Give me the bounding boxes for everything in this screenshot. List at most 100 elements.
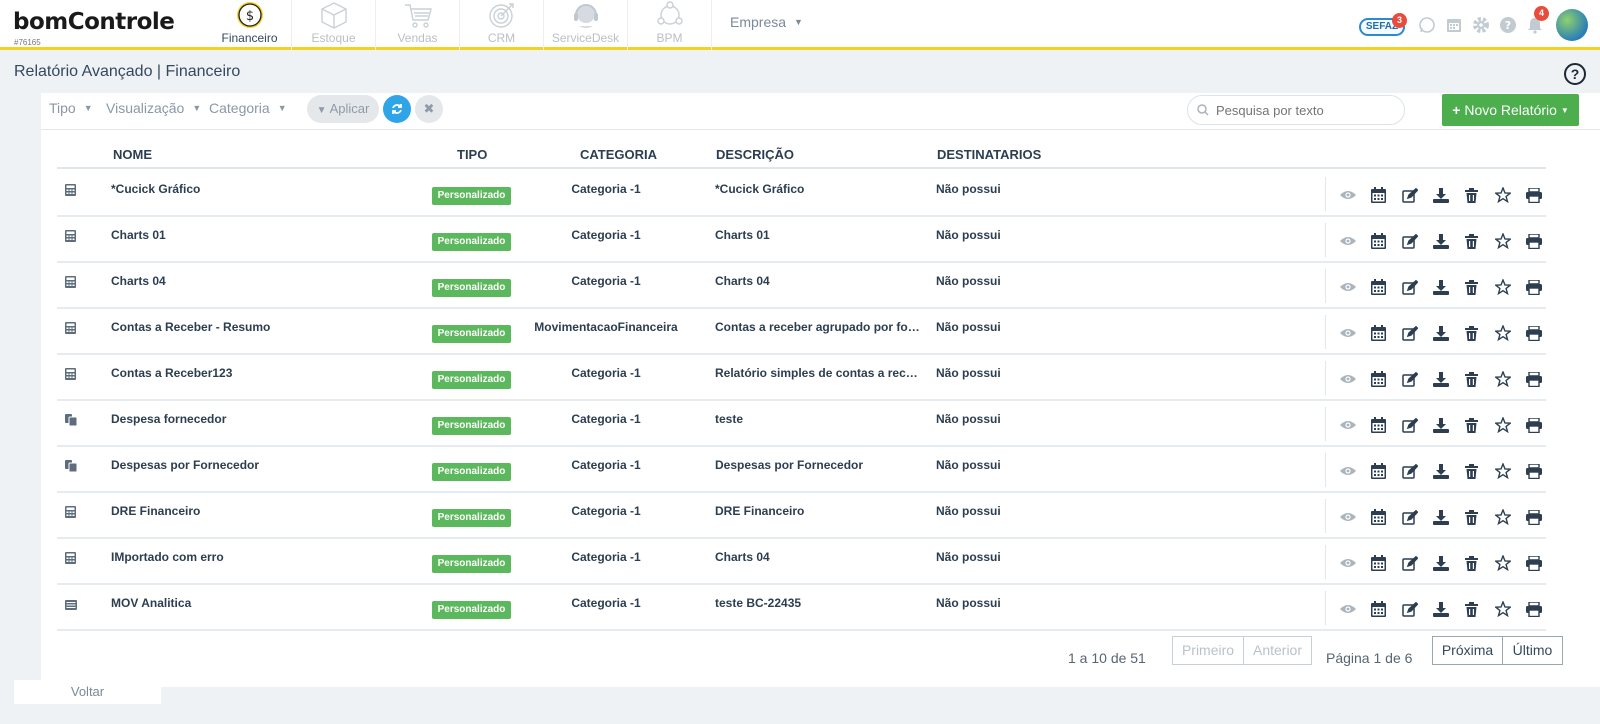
download-icon[interactable] bbox=[1425, 507, 1456, 527]
table-row[interactable]: *Cucick Gráfico Personalizado Categoria -1… bbox=[57, 171, 1546, 217]
download-icon[interactable] bbox=[1425, 231, 1456, 251]
download-icon[interactable] bbox=[1425, 277, 1456, 297]
column-header-tipo[interactable]: TIPO bbox=[457, 147, 487, 162]
filter-visualizacao[interactable]: Visualização ▼ bbox=[106, 100, 201, 116]
row-nome[interactable]: Charts 01 bbox=[111, 228, 411, 242]
edit-icon[interactable] bbox=[1394, 553, 1425, 573]
schedule-calendar-icon[interactable] bbox=[1363, 323, 1394, 343]
row-nome[interactable]: IMportado com erro bbox=[111, 550, 411, 564]
print-icon[interactable] bbox=[1518, 231, 1549, 251]
table-row[interactable]: Despesa fornecedor Personalizado Categoria… bbox=[57, 401, 1546, 447]
download-icon[interactable] bbox=[1425, 415, 1456, 435]
print-icon[interactable] bbox=[1518, 277, 1549, 297]
help-icon[interactable]: ? bbox=[1564, 63, 1586, 85]
schedule-calendar-icon[interactable] bbox=[1363, 231, 1394, 251]
first-page-button[interactable]: Primeiro bbox=[1172, 636, 1244, 665]
calendar-icon[interactable] bbox=[1440, 10, 1467, 40]
trash-icon[interactable] bbox=[1456, 185, 1487, 205]
print-icon[interactable] bbox=[1518, 185, 1549, 205]
star-icon[interactable] bbox=[1487, 415, 1518, 435]
module-vendas[interactable]: Vendas bbox=[376, 0, 460, 50]
view-icon[interactable] bbox=[1332, 553, 1363, 573]
column-header-nome[interactable]: NOME bbox=[113, 147, 152, 162]
apply-button[interactable]: ▼ Aplicar bbox=[307, 95, 379, 123]
clear-filters-button[interactable]: ✖ bbox=[415, 95, 443, 123]
previous-page-button[interactable]: Anterior bbox=[1244, 636, 1312, 665]
edit-icon[interactable] bbox=[1394, 277, 1425, 297]
print-icon[interactable] bbox=[1518, 369, 1549, 389]
star-icon[interactable] bbox=[1487, 185, 1518, 205]
trash-icon[interactable] bbox=[1456, 415, 1487, 435]
trash-icon[interactable] bbox=[1456, 369, 1487, 389]
table-row[interactable]: MOV Analitica Personalizado Categoria -1 te… bbox=[57, 585, 1546, 631]
edit-icon[interactable] bbox=[1394, 231, 1425, 251]
schedule-calendar-icon[interactable] bbox=[1363, 553, 1394, 573]
next-page-button[interactable]: Próxima bbox=[1432, 636, 1503, 665]
view-icon[interactable] bbox=[1332, 599, 1363, 619]
schedule-calendar-icon[interactable] bbox=[1363, 415, 1394, 435]
module-financeiro[interactable]: $ Financeiro bbox=[208, 0, 292, 50]
edit-icon[interactable] bbox=[1394, 599, 1425, 619]
table-row[interactable]: Contas a Receber123 Personalizado Categori… bbox=[57, 355, 1546, 401]
trash-icon[interactable] bbox=[1456, 323, 1487, 343]
edit-icon[interactable] bbox=[1394, 507, 1425, 527]
module-crm[interactable]: CRM bbox=[460, 0, 544, 50]
print-icon[interactable] bbox=[1518, 507, 1549, 527]
print-icon[interactable] bbox=[1518, 415, 1549, 435]
view-icon[interactable] bbox=[1332, 323, 1363, 343]
avatar[interactable] bbox=[1556, 9, 1588, 41]
print-icon[interactable] bbox=[1518, 599, 1549, 619]
star-icon[interactable] bbox=[1487, 277, 1518, 297]
view-icon[interactable] bbox=[1332, 369, 1363, 389]
sefaz-button[interactable]: SEFAZ 3 bbox=[1359, 13, 1407, 36]
table-row[interactable]: Charts 01 Personalizado Categoria -1 Charts… bbox=[57, 217, 1546, 263]
row-nome[interactable]: DRE Financeiro bbox=[111, 504, 411, 518]
edit-icon[interactable] bbox=[1394, 415, 1425, 435]
schedule-calendar-icon[interactable] bbox=[1363, 369, 1394, 389]
download-icon[interactable] bbox=[1425, 599, 1456, 619]
refresh-button[interactable] bbox=[383, 95, 411, 123]
download-icon[interactable] bbox=[1425, 553, 1456, 573]
star-icon[interactable] bbox=[1487, 369, 1518, 389]
table-row[interactable]: Charts 04 Personalizado Categoria -1 Charts… bbox=[57, 263, 1546, 309]
view-icon[interactable] bbox=[1332, 461, 1363, 481]
trash-icon[interactable] bbox=[1456, 553, 1487, 573]
star-icon[interactable] bbox=[1487, 553, 1518, 573]
star-icon[interactable] bbox=[1487, 323, 1518, 343]
module-servicedesk[interactable]: ServiceDesk bbox=[544, 0, 628, 50]
table-row[interactable]: DRE Financeiro Personalizado Categoria -1 D… bbox=[57, 493, 1546, 539]
column-header-destinatarios[interactable]: DESTINATARIOS bbox=[937, 147, 1041, 162]
table-row[interactable]: Despesas por Fornecedor Personalizado Cate… bbox=[57, 447, 1546, 493]
search-input[interactable] bbox=[1187, 95, 1405, 125]
trash-icon[interactable] bbox=[1456, 277, 1487, 297]
view-icon[interactable] bbox=[1332, 415, 1363, 435]
filter-categoria[interactable]: Categoria ▼ bbox=[209, 100, 287, 116]
star-icon[interactable] bbox=[1487, 231, 1518, 251]
table-row[interactable]: IMportado com erro Personalizado Categoria… bbox=[57, 539, 1546, 585]
view-icon[interactable] bbox=[1332, 231, 1363, 251]
gear-icon[interactable] bbox=[1467, 10, 1494, 40]
schedule-calendar-icon[interactable] bbox=[1363, 185, 1394, 205]
whatsapp-icon[interactable] bbox=[1413, 10, 1440, 40]
column-header-categoria[interactable]: CATEGORIA bbox=[580, 147, 657, 162]
view-icon[interactable] bbox=[1332, 185, 1363, 205]
table-row[interactable]: Contas a Receber - Resumo Personalizado Mo… bbox=[57, 309, 1546, 355]
print-icon[interactable] bbox=[1518, 461, 1549, 481]
edit-icon[interactable] bbox=[1394, 185, 1425, 205]
view-icon[interactable] bbox=[1332, 507, 1363, 527]
row-nome[interactable]: Contas a Receber - Resumo bbox=[111, 320, 411, 334]
row-nome[interactable]: MOV Analitica bbox=[111, 596, 411, 610]
trash-icon[interactable] bbox=[1456, 461, 1487, 481]
back-button[interactable]: Voltar bbox=[14, 680, 161, 704]
module-bpm[interactable]: BPM bbox=[628, 0, 712, 50]
row-nome[interactable]: Despesas por Fornecedor bbox=[111, 458, 411, 472]
bell-icon[interactable]: 4 bbox=[1521, 6, 1549, 40]
logo[interactable]: bomControle #76165 bbox=[13, 8, 183, 48]
row-nome[interactable]: Contas a Receber123 bbox=[111, 366, 411, 380]
download-icon[interactable] bbox=[1425, 185, 1456, 205]
schedule-calendar-icon[interactable] bbox=[1363, 461, 1394, 481]
module-estoque[interactable]: Estoque bbox=[292, 0, 376, 50]
last-page-button[interactable]: Último bbox=[1503, 636, 1563, 665]
trash-icon[interactable] bbox=[1456, 231, 1487, 251]
new-report-button[interactable]: + Novo Relatório ▼ bbox=[1442, 94, 1579, 126]
